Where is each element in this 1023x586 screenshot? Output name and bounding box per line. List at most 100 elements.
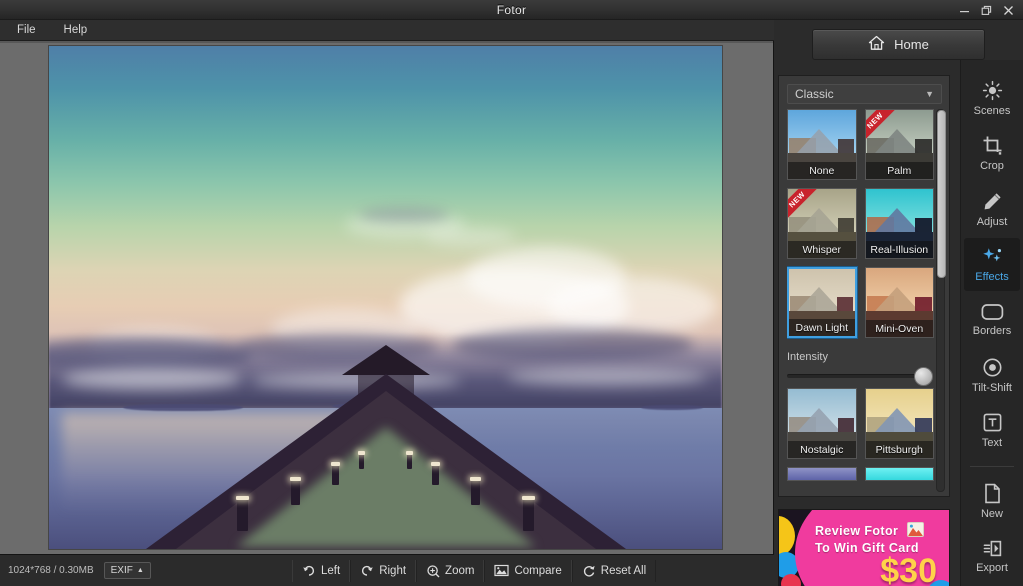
effects-scrollbar[interactable] bbox=[936, 109, 945, 492]
thumb-pyramid bbox=[797, 287, 841, 311]
thumb-building bbox=[838, 139, 854, 153]
thumb-building bbox=[915, 218, 931, 232]
canvas-workspace[interactable] bbox=[0, 41, 774, 555]
exif-button[interactable]: EXIF ▲ bbox=[104, 562, 151, 579]
zoom-label: Zoom bbox=[445, 565, 474, 577]
ad-price: $30 bbox=[880, 554, 937, 586]
effect-category-dropdown[interactable]: Classic ▼ bbox=[787, 84, 942, 104]
thumb-pyramid bbox=[797, 208, 841, 232]
gift-photo-icon bbox=[907, 522, 924, 537]
effect-thumb-none[interactable]: None bbox=[787, 109, 857, 180]
thumb-building bbox=[915, 297, 931, 311]
compare-button[interactable]: Compare bbox=[484, 560, 571, 582]
fotor-window: Fotor File Help bbox=[0, 0, 1023, 586]
effect-thumb-nostalgic[interactable]: Nostalgic bbox=[787, 388, 857, 459]
reset-all-button[interactable]: Reset All bbox=[572, 560, 656, 582]
rail-label: Crop bbox=[980, 160, 1004, 172]
effect-thumb-whisper[interactable]: NEW Whisper bbox=[787, 188, 857, 259]
rotate-right-label: Right bbox=[379, 565, 406, 577]
rail-item-scenes[interactable]: Scenes bbox=[964, 72, 1020, 124]
crop-icon bbox=[982, 135, 1003, 156]
rotate-right-button[interactable]: Right bbox=[350, 560, 416, 582]
rotate-left-icon bbox=[302, 564, 316, 578]
effects-row: NEW Whisper Real-Illusion bbox=[787, 188, 934, 259]
intensity-slider-knob[interactable] bbox=[914, 367, 933, 386]
pier-post bbox=[291, 480, 300, 505]
rail-label: Tilt-Shift bbox=[972, 382, 1012, 394]
pier-post bbox=[332, 465, 339, 485]
home-icon bbox=[868, 35, 885, 54]
rail-label: New bbox=[981, 508, 1003, 520]
rail-label: Export bbox=[976, 562, 1008, 574]
effects-row: Dawn Light Mini-Oven bbox=[787, 267, 934, 338]
intensity-control: Intensity bbox=[787, 346, 934, 388]
sun-icon bbox=[982, 80, 1003, 101]
effect-thumb-mini-oven[interactable]: Mini-Oven bbox=[865, 267, 935, 338]
rail-item-text[interactable]: Text bbox=[964, 405, 1020, 457]
rail-item-new[interactable]: New bbox=[964, 475, 1020, 527]
cloud-dark bbox=[453, 328, 693, 362]
rail-item-adjust[interactable]: Adjust bbox=[964, 183, 1020, 235]
pier-post bbox=[237, 499, 248, 531]
rotate-right-icon bbox=[360, 564, 374, 578]
image-tools: Left Right bbox=[292, 555, 656, 586]
home-button[interactable]: Home bbox=[812, 29, 985, 60]
effect-thumb-partial[interactable] bbox=[865, 467, 935, 481]
effects-scrollbar-thumb[interactable] bbox=[937, 110, 946, 278]
menu-file[interactable]: File bbox=[14, 22, 39, 38]
zoom-button[interactable]: Zoom bbox=[416, 560, 484, 582]
target-icon bbox=[982, 357, 1003, 378]
minimize-icon[interactable] bbox=[953, 1, 975, 19]
close-icon[interactable] bbox=[997, 1, 1019, 19]
effect-thumb-palm[interactable]: NEW Palm bbox=[865, 109, 935, 180]
effect-name: Pittsburgh bbox=[866, 441, 934, 458]
promo-banner[interactable]: Review Fotor To Win Gift Card $30 bbox=[778, 509, 950, 586]
zoom-icon bbox=[426, 564, 440, 578]
rail-item-tilt-shift[interactable]: Tilt-Shift bbox=[964, 349, 1020, 401]
effect-thumb-partial[interactable] bbox=[787, 467, 857, 481]
export-icon bbox=[982, 539, 1003, 558]
ad-blob-red bbox=[781, 574, 801, 586]
exif-label: EXIF bbox=[111, 565, 133, 576]
text-box-icon bbox=[982, 412, 1003, 433]
effect-category-value: Classic bbox=[795, 87, 834, 101]
bottom-toolbar: 1024*768 / 0.30MB EXIF ▲ Left bbox=[0, 555, 774, 586]
effect-name: Palm bbox=[866, 162, 934, 179]
cloud-cumulus bbox=[547, 277, 717, 335]
menu-help[interactable]: Help bbox=[61, 22, 91, 38]
rail-item-crop[interactable]: Crop bbox=[964, 127, 1020, 179]
rotate-left-button[interactable]: Left bbox=[292, 560, 350, 582]
reset-icon bbox=[582, 564, 596, 578]
pier-post bbox=[471, 480, 480, 505]
distant-shore bbox=[641, 405, 703, 410]
reset-all-label: Reset All bbox=[601, 565, 646, 577]
rail-label: Borders bbox=[973, 325, 1012, 337]
effect-thumb-real-illusion[interactable]: Real-Illusion bbox=[865, 188, 935, 259]
effect-thumb-dawn-light[interactable]: Dawn Light bbox=[787, 267, 857, 338]
tool-rail: Scenes Crop bbox=[960, 60, 1023, 586]
right-pane: Home Classic ▼ bbox=[774, 20, 1023, 586]
rail-item-borders[interactable]: Borders bbox=[964, 294, 1020, 346]
home-label: Home bbox=[894, 37, 929, 52]
effects-thumbnail-list[interactable]: None NEW Palm bbox=[787, 109, 934, 492]
intensity-slider[interactable] bbox=[787, 374, 927, 378]
thumb-building bbox=[838, 418, 854, 432]
rail-item-export[interactable]: Export bbox=[964, 531, 1020, 583]
rounded-rect-icon bbox=[981, 303, 1004, 321]
effect-name: Real-Illusion bbox=[866, 241, 934, 258]
pencil-icon bbox=[982, 191, 1003, 212]
maximize-icon[interactable] bbox=[975, 1, 997, 19]
effects-panel: Classic ▼ None bbox=[778, 75, 950, 497]
effect-thumb-pittsburgh[interactable]: Pittsburgh bbox=[865, 388, 935, 459]
pier-lamp-glow bbox=[236, 427, 536, 547]
image-dimensions: 1024*768 / 0.30MB bbox=[8, 565, 94, 576]
edited-photo[interactable] bbox=[49, 46, 722, 549]
rail-item-effects[interactable]: Effects bbox=[964, 238, 1020, 290]
thumb-pyramid bbox=[875, 208, 919, 232]
thumb-building bbox=[915, 139, 931, 153]
titlebar: Fotor bbox=[0, 0, 1023, 20]
rail-label: Effects bbox=[975, 271, 1008, 283]
thumb-building bbox=[838, 218, 854, 232]
window-controls bbox=[953, 0, 1019, 20]
pier-post bbox=[523, 499, 534, 531]
